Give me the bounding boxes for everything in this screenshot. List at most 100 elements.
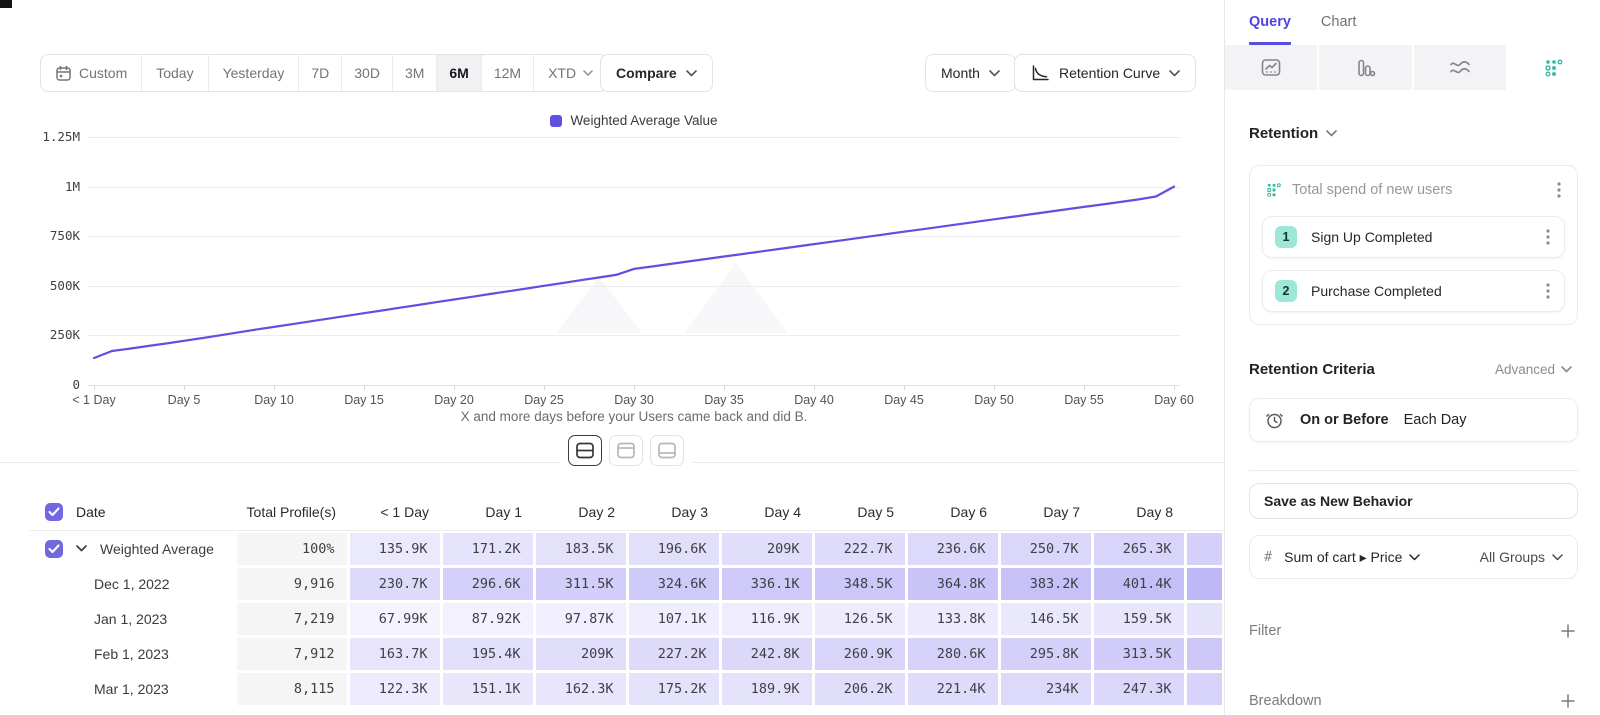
value-cell: 383.2K	[1001, 568, 1091, 600]
row-label: Dec 1, 2022	[45, 576, 170, 592]
measure-property-dropdown[interactable]: Sum of cart ▸ Price	[1284, 549, 1420, 566]
criteria-mode-label: Advanced	[1495, 362, 1555, 377]
x-axis-tick-label: Day 15	[344, 393, 384, 407]
group-scope-dropdown[interactable]: All Groups	[1480, 549, 1563, 565]
range-label: 12M	[494, 65, 521, 81]
overflow-value-cell	[1187, 568, 1222, 600]
layout-split-toggle[interactable]	[568, 435, 602, 466]
value-cell: 250.7K	[1001, 533, 1091, 565]
layout-chart-only-toggle[interactable]	[609, 435, 643, 466]
value-cell: 336.1K	[722, 568, 812, 600]
value-cell: 135.9K	[350, 533, 440, 565]
range-6m[interactable]: 6M	[437, 55, 481, 91]
retention-table: DateTotal Profile(s)< 1 DayDay 1Day 2Day…	[30, 494, 1224, 706]
criteria-value-dropdown[interactable]: Each Day	[1404, 412, 1467, 428]
range-yesterday[interactable]: Yesterday	[209, 55, 300, 91]
value-cell: 87.92K	[443, 603, 533, 635]
layout-toggle-group	[560, 435, 692, 466]
value-cell: 227.2K	[629, 638, 719, 670]
overflow-value-cell	[1187, 603, 1222, 635]
column-header: Day 6	[906, 504, 999, 520]
date-row-label[interactable]: Dec 1, 2022	[30, 576, 235, 592]
summary-row-label[interactable]: Weighted Average ...	[30, 540, 235, 558]
x-axis-tick	[904, 385, 905, 390]
select-all-checkbox[interactable]	[45, 503, 63, 521]
criteria-mode-dropdown[interactable]: Advanced	[1489, 361, 1578, 378]
range-label: 6M	[449, 65, 468, 81]
tab-chart[interactable]: Chart	[1321, 14, 1356, 45]
query-panel: Retention Total spend of new users 1 Sig…	[1225, 125, 1600, 711]
value-cell: 162.3K	[536, 673, 626, 705]
chart-type-dropdown[interactable]: Retention Curve	[1014, 54, 1196, 92]
kebab-menu-icon[interactable]	[1555, 180, 1563, 200]
event-step-1[interactable]: 1 Sign Up Completed	[1262, 216, 1565, 258]
report-type-tabs	[1225, 45, 1600, 90]
criteria-condition-dropdown[interactable]: On or Before	[1300, 412, 1389, 428]
value-cell: 313.5K	[1094, 638, 1184, 670]
range-custom[interactable]: Custom	[41, 55, 142, 91]
row-label: Jan 1, 2023	[45, 611, 167, 627]
retention-report-app: Custom Today Yesterday7D30D3M 6M 12M XTD Comp…	[0, 0, 1600, 715]
breakdown-label: Breakdown	[1249, 693, 1322, 709]
column-header: < 1 Day	[348, 504, 441, 520]
x-axis-tick-label: Day 50	[974, 393, 1014, 407]
x-axis-tick-label: < 1 Day	[72, 393, 115, 407]
y-axis-tick-label: 500K	[26, 278, 80, 293]
chevron-down-icon	[1561, 366, 1572, 373]
kebab-menu-icon[interactable]	[1544, 281, 1552, 301]
row-checkbox[interactable]	[45, 540, 63, 558]
legend-label: Weighted Average Value	[570, 113, 717, 128]
granularity-dropdown[interactable]: Month	[925, 54, 1016, 92]
retention-curve-icon	[1030, 64, 1050, 82]
event-step-2[interactable]: 2 Purchase Completed	[1262, 270, 1565, 312]
y-axis-tick-label: 250K	[26, 327, 80, 342]
kebab-menu-icon[interactable]	[1544, 227, 1552, 247]
add-filter-button[interactable]	[1558, 621, 1578, 641]
add-breakdown-button[interactable]	[1558, 691, 1578, 711]
expand-row-chevron-icon[interactable]	[76, 545, 87, 552]
value-cell: 146.5K	[1001, 603, 1091, 635]
range-7d[interactable]: 7D	[299, 55, 342, 91]
range-label: Custom	[79, 65, 127, 81]
chevron-down-icon	[1326, 130, 1337, 137]
save-as-new-behavior-button[interactable]: Save as New Behavior	[1249, 483, 1578, 519]
measure-card: # Sum of cart ▸ Price All Groups	[1249, 535, 1578, 579]
range-label: Today	[156, 65, 193, 81]
value-cell: 133.8K	[908, 603, 998, 635]
x-axis-tick	[724, 385, 725, 390]
date-row-label[interactable]: Jan 1, 2023	[30, 611, 235, 627]
tab-flows[interactable]	[1414, 45, 1506, 90]
value-cell: 183.5K	[536, 533, 626, 565]
range-xtd[interactable]: XTD	[534, 55, 607, 91]
total-profiles-cell: 7,219	[237, 603, 347, 635]
tab-retention[interactable]	[1508, 45, 1600, 90]
x-axis-tick-label: Day 35	[704, 393, 744, 407]
table-header-row: DateTotal Profile(s)< 1 DayDay 1Day 2Day…	[30, 494, 1224, 531]
range-label: XTD	[548, 65, 576, 81]
range-12m[interactable]: 12M	[482, 55, 534, 91]
x-axis-tick	[1174, 385, 1175, 390]
tab-query[interactable]: Query	[1249, 14, 1291, 45]
range-3m[interactable]: 3M	[393, 55, 437, 91]
layout-table-only-toggle[interactable]	[650, 435, 684, 466]
tab-insights[interactable]	[1225, 45, 1317, 90]
behavior-header[interactable]: Total spend of new users	[1262, 178, 1565, 204]
column-header: Day 8	[1092, 504, 1185, 520]
step-event-label: Sign Up Completed	[1311, 229, 1530, 245]
date-row-label[interactable]: Feb 1, 2023	[30, 646, 235, 662]
x-axis-tick	[544, 385, 545, 390]
y-axis-tick-label: 1M	[26, 179, 80, 194]
retention-line-chart	[88, 137, 1180, 385]
top-panel-icon	[616, 442, 636, 459]
range-30d[interactable]: 30D	[342, 55, 393, 91]
value-cell: 206.2K	[815, 673, 905, 705]
compare-button[interactable]: Compare	[600, 54, 713, 92]
date-row-label[interactable]: Mar 1, 2023	[30, 681, 235, 697]
retention-criteria-header: Retention Criteria Advanced	[1249, 361, 1578, 378]
column-header: Total Profile(s)	[235, 504, 348, 520]
x-axis-tick-label: Day 10	[254, 393, 294, 407]
report-section-dropdown[interactable]: Retention	[1249, 125, 1578, 142]
chevron-down-icon	[1552, 554, 1563, 561]
range-today[interactable]: Today	[142, 55, 208, 91]
tab-funnels[interactable]	[1319, 45, 1411, 90]
